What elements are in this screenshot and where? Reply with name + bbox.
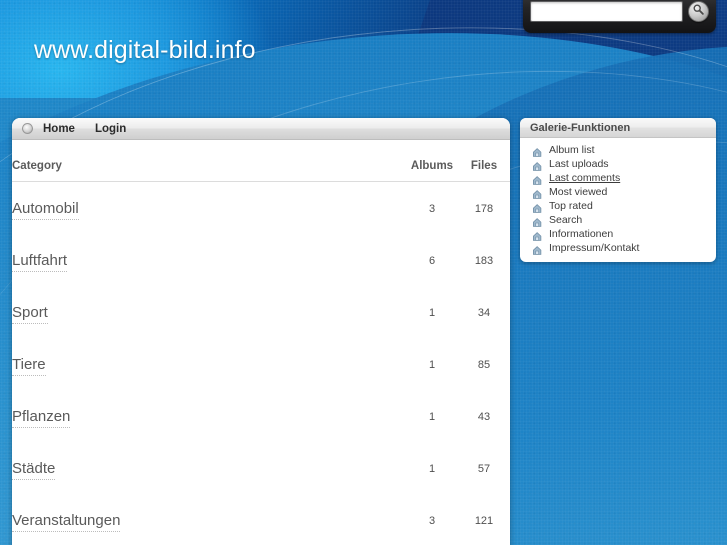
table-header: Category Albums Files [12, 160, 510, 182]
sidebar-item-most-viewed[interactable]: Most viewed [520, 185, 716, 199]
category-cell: Pflanzen [12, 390, 406, 442]
gallery-bullet-icon [532, 145, 543, 157]
sidebar-item-label: Album list [549, 144, 595, 156]
category-cell: Veranstaltungen [12, 494, 406, 545]
sidebar-item-label: Search [549, 214, 583, 226]
albums-count-cell: 6 [428, 255, 436, 267]
sidebar-item-album-list[interactable]: Album list [520, 143, 716, 157]
category-cell: Luftfahrt [12, 234, 406, 286]
column-header-files: Files [458, 160, 510, 182]
search-widget [523, 0, 716, 33]
page-title: www.digital-bild.info [34, 36, 256, 64]
column-header-category: Category [12, 160, 406, 182]
table-row: Städte 1 57 [12, 442, 510, 494]
sidebar-item-label: Last uploads [549, 158, 609, 170]
sidebar-item-label: Informationen [549, 228, 614, 240]
table-row: Sport 1 34 [12, 286, 510, 338]
category-link[interactable]: Tiere [12, 356, 46, 376]
table-body: Automobil 3 178 Luftfahrt 6 183 Sport 1 34 Tiere 1… [12, 182, 510, 545]
albums-count-cell: 1 [428, 359, 436, 371]
files-count-cell: 183 [474, 255, 494, 267]
gallery-bullet-icon [532, 187, 543, 199]
nav-item-login[interactable]: Login [95, 123, 126, 135]
category-table: Category Albums Files Automobil 3 178 Luftf… [12, 160, 510, 545]
sidebar-item-search[interactable]: Search [520, 213, 716, 227]
files-count-cell: 34 [477, 307, 491, 319]
gallery-bullet-icon [532, 201, 543, 213]
main-content-panel: Home Login Category Albums Files Automob… [12, 118, 510, 545]
sidebar-item-label: Top rated [549, 200, 593, 212]
albums-count-cell: 3 [428, 515, 436, 527]
files-count-cell: 43 [477, 411, 491, 423]
nav-item-home[interactable]: Home [43, 123, 75, 135]
table-row: Pflanzen 1 43 [12, 390, 510, 442]
search-input[interactable] [530, 1, 683, 22]
category-link[interactable]: Veranstaltungen [12, 512, 121, 532]
column-header-albums: Albums [406, 160, 458, 182]
sidebar-item-last-uploads[interactable]: Last uploads [520, 157, 716, 171]
circle-icon [22, 123, 33, 134]
category-link[interactable]: Luftfahrt [12, 252, 68, 272]
category-link[interactable]: Automobil [12, 200, 79, 220]
gallery-bullet-icon [532, 159, 543, 171]
gallery-bullet-icon [532, 173, 543, 185]
albums-count-cell: 1 [428, 411, 436, 423]
table-row: Tiere 1 85 [12, 338, 510, 390]
navigation-bar: Home Login [12, 118, 510, 140]
sidebar-header: Galerie-Funktionen [520, 118, 716, 138]
category-cell: Tiere [12, 338, 406, 390]
sidebar-item-last-comments[interactable]: Last comments [520, 171, 716, 185]
table-row: Luftfahrt 6 183 [12, 234, 510, 286]
category-link[interactable]: Städte [12, 460, 56, 480]
albums-count-cell: 3 [428, 203, 436, 215]
category-link[interactable]: Sport [12, 304, 48, 324]
sidebar-item-label: Most viewed [549, 186, 608, 198]
gallery-bullet-icon [532, 243, 543, 255]
sidebar-item-label: Impressum/Kontakt [549, 242, 640, 254]
sidebar-panel: Galerie-Funktionen Album list Last upload… [520, 118, 716, 262]
search-button[interactable] [688, 1, 709, 22]
sidebar-item-label: Last comments [549, 172, 621, 184]
albums-count-cell: 1 [428, 307, 436, 319]
sidebar-item-informationen[interactable]: Informationen [520, 227, 716, 241]
search-icon [692, 3, 705, 21]
table-row: Automobil 3 178 [12, 182, 510, 235]
gallery-bullet-icon [532, 229, 543, 241]
files-count-cell: 121 [474, 515, 494, 527]
gallery-bullet-icon [532, 215, 543, 227]
albums-count-cell: 1 [428, 463, 436, 475]
category-cell: Automobil [12, 182, 406, 235]
category-cell: Sport [12, 286, 406, 338]
files-count-cell: 178 [474, 203, 494, 215]
files-count-cell: 57 [477, 463, 491, 475]
table-row: Veranstaltungen 3 121 [12, 494, 510, 545]
sidebar-item-impressum-kontakt[interactable]: Impressum/Kontakt [520, 241, 716, 255]
category-cell: Städte [12, 442, 406, 494]
files-count-cell: 85 [477, 359, 491, 371]
table-header-row: Category Albums Files [12, 160, 510, 182]
sidebar-list: Album list Last uploads Last comments Most … [520, 138, 716, 262]
sidebar-item-top-rated[interactable]: Top rated [520, 199, 716, 213]
category-link[interactable]: Pflanzen [12, 408, 71, 428]
